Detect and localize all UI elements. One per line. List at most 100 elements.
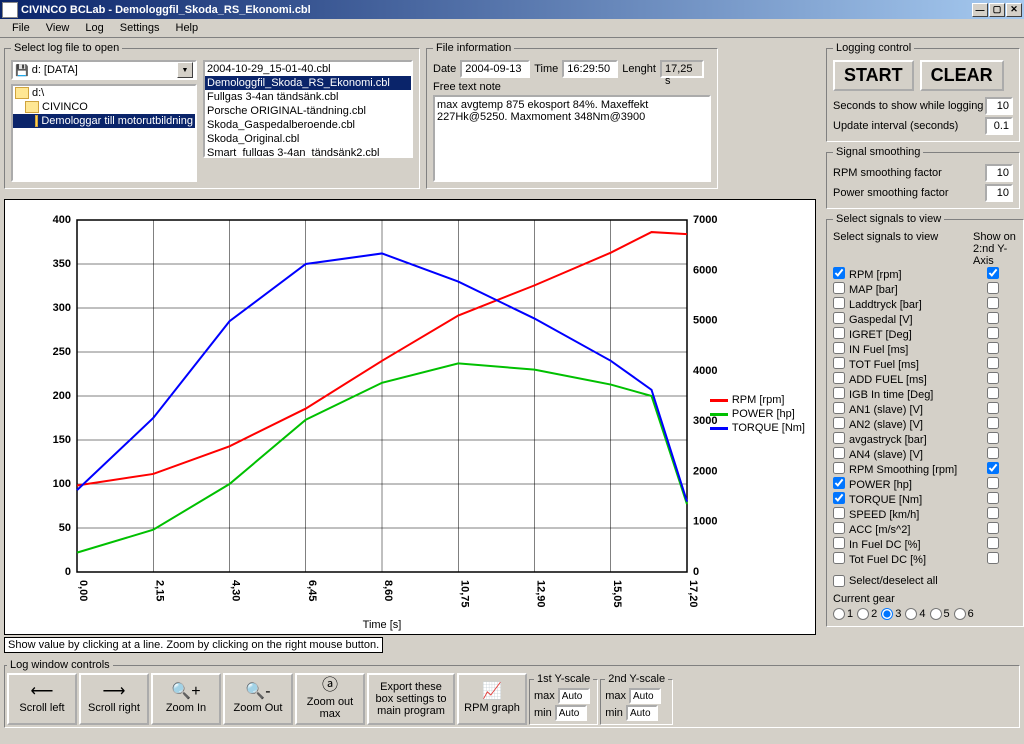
signal-view-checkbox[interactable] [833, 492, 845, 504]
signal-view-checkbox[interactable] [833, 432, 845, 444]
export-button[interactable]: Export these box settings to main progra… [367, 673, 455, 725]
signal-y2-checkbox[interactable] [987, 402, 999, 414]
gear-radio[interactable] [905, 608, 917, 620]
zoom-in-button[interactable]: 🔍+Zoom In [151, 673, 221, 725]
signal-y2-checkbox[interactable] [987, 387, 999, 399]
signal-view-checkbox[interactable] [833, 387, 845, 399]
clear-button[interactable]: CLEAR [920, 60, 1004, 91]
signal-y2-checkbox[interactable] [987, 447, 999, 459]
signal-y2-checkbox[interactable] [987, 462, 999, 474]
gear-radio[interactable] [833, 608, 845, 620]
gear-option[interactable]: 5 [930, 608, 950, 620]
signal-y2-checkbox[interactable] [987, 537, 999, 549]
rpm-graph-button[interactable]: 📈RPM graph [457, 673, 527, 725]
signal-y2-checkbox[interactable] [987, 417, 999, 429]
signal-row: AN1 (slave) [V] [833, 402, 1017, 417]
signal-view-checkbox[interactable] [833, 537, 845, 549]
gear-option[interactable]: 6 [954, 608, 974, 620]
maximize-button[interactable]: ▢ [989, 3, 1005, 17]
signal-y2-checkbox[interactable] [987, 267, 999, 279]
scroll-right-button[interactable]: ⟶Scroll right [79, 673, 149, 725]
gear-radio[interactable] [857, 608, 869, 620]
signal-view-checkbox[interactable] [833, 417, 845, 429]
signal-y2-checkbox[interactable] [987, 282, 999, 294]
signal-view-checkbox[interactable] [833, 402, 845, 414]
signal-y2-checkbox[interactable] [987, 492, 999, 504]
signal-view-checkbox[interactable] [833, 297, 845, 309]
folder-list[interactable]: d:\CIVINCODemologgar till motorutbildnin… [11, 84, 197, 182]
signal-y2-checkbox[interactable] [987, 297, 999, 309]
signal-view-checkbox[interactable] [833, 282, 845, 294]
y1-max-input[interactable] [558, 688, 590, 704]
signal-y2-checkbox[interactable] [987, 312, 999, 324]
folder-item[interactable]: Demologgar till motorutbildning [13, 114, 195, 128]
signal-y2-checkbox[interactable] [987, 507, 999, 519]
gear-option[interactable]: 4 [905, 608, 925, 620]
signal-y2-checkbox[interactable] [987, 552, 999, 564]
signal-view-checkbox[interactable] [833, 327, 845, 339]
note-field[interactable]: max avgtemp 875 ekosport 84%. Maxeffekt … [433, 95, 711, 182]
signal-label: AN4 (slave) [V] [849, 449, 987, 461]
time-field[interactable]: 16:29:50 [562, 60, 618, 78]
zoom-in-icon: 🔍+ [171, 684, 200, 700]
menu-log[interactable]: Log [77, 20, 111, 36]
gear-option[interactable]: 1 [833, 608, 853, 620]
file-item[interactable]: Demologgfil_Skoda_RS_Ekonomi.cbl [205, 76, 411, 90]
signal-y2-checkbox[interactable] [987, 522, 999, 534]
signal-y2-checkbox[interactable] [987, 357, 999, 369]
drive-select[interactable]: 💾 d: [DATA] ▼ [11, 60, 197, 80]
gear-option[interactable]: 3 [881, 608, 901, 620]
close-button[interactable]: ✕ [1006, 3, 1022, 17]
chart[interactable]: 0501001502002503003504000100020003000400… [4, 199, 816, 635]
signal-view-checkbox[interactable] [833, 447, 845, 459]
signal-y2-checkbox[interactable] [987, 342, 999, 354]
signal-view-checkbox[interactable] [833, 342, 845, 354]
file-item[interactable]: Skoda_Gaspedalberoende.cbl [205, 118, 411, 132]
gear-radio[interactable] [954, 608, 966, 620]
folder-item[interactable]: CIVINCO [13, 100, 195, 114]
folder-item[interactable]: d:\ [13, 86, 195, 100]
start-button[interactable]: START [833, 60, 914, 91]
signal-view-checkbox[interactable] [833, 357, 845, 369]
seconds-input[interactable] [985, 97, 1013, 115]
minimize-button[interactable]: — [972, 3, 988, 17]
signal-y2-checkbox[interactable] [987, 327, 999, 339]
signal-y2-checkbox[interactable] [987, 372, 999, 384]
file-item[interactable]: Fullgas 3-4an tändsänk.cbl [205, 90, 411, 104]
signal-view-checkbox[interactable] [833, 477, 845, 489]
menu-file[interactable]: File [4, 20, 38, 36]
zoom-out-max-button[interactable]: ⓐZoom out max [295, 673, 365, 725]
interval-input[interactable] [985, 117, 1013, 135]
scroll-left-button[interactable]: ⟵Scroll left [7, 673, 77, 725]
menu-help[interactable]: Help [168, 20, 207, 36]
signal-view-checkbox[interactable] [833, 552, 845, 564]
menu-view[interactable]: View [38, 20, 78, 36]
date-field[interactable]: 2004-09-13 [460, 60, 530, 78]
file-item[interactable]: Skoda_Original.cbl [205, 132, 411, 146]
signal-view-checkbox[interactable] [833, 507, 845, 519]
gear-radio[interactable] [930, 608, 942, 620]
signal-view-checkbox[interactable] [833, 267, 845, 279]
menu-settings[interactable]: Settings [112, 20, 168, 36]
select-all-checkbox[interactable] [833, 575, 845, 587]
signal-view-checkbox[interactable] [833, 312, 845, 324]
signal-view-checkbox[interactable] [833, 522, 845, 534]
y2-max-input[interactable] [629, 688, 661, 704]
power-smooth-input[interactable] [985, 184, 1013, 202]
file-item[interactable]: Smart_fullgas 3-4an_tändsänk2.cbl [205, 146, 411, 158]
y2-min-input[interactable] [626, 705, 658, 721]
gear-radio[interactable] [881, 608, 893, 620]
file-item[interactable]: 2004-10-29_15-01-40.cbl [205, 62, 411, 76]
file-list[interactable]: 2004-10-29_15-01-40.cblDemologgfil_Skoda… [203, 60, 413, 158]
zoom-out-button[interactable]: 🔍-Zoom Out [223, 673, 293, 725]
signal-y2-checkbox[interactable] [987, 432, 999, 444]
time-label: Time [534, 63, 558, 75]
signal-view-checkbox[interactable] [833, 462, 845, 474]
signal-y2-checkbox[interactable] [987, 477, 999, 489]
file-item[interactable]: Porsche ORIGINAL-tändning.cbl [205, 104, 411, 118]
signal-view-checkbox[interactable] [833, 372, 845, 384]
gear-option[interactable]: 2 [857, 608, 877, 620]
chevron-down-icon[interactable]: ▼ [177, 62, 193, 78]
rpm-smooth-input[interactable] [985, 164, 1013, 182]
y1-min-input[interactable] [555, 705, 587, 721]
